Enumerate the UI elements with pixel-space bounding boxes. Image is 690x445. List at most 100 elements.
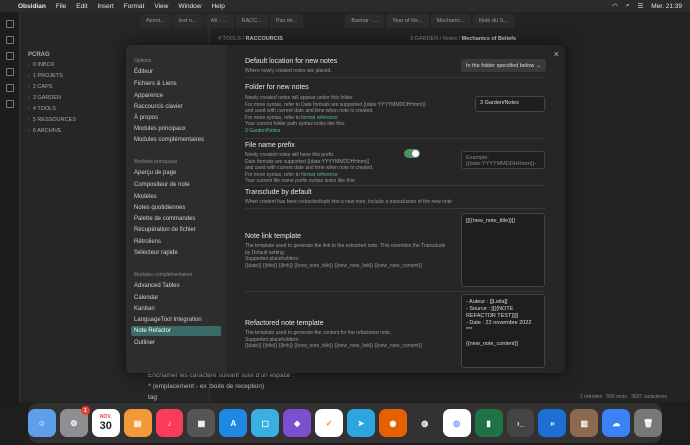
obsidian-icon[interactable]: ◆ xyxy=(283,409,312,437)
nav-item-quick-switcher[interactable]: Sélecteur rapide xyxy=(131,248,221,258)
nav-item-outliner[interactable]: Outliner xyxy=(131,338,221,348)
folder-item[interactable]: › 3 GARDEN xyxy=(28,95,61,101)
folder-item[interactable]: › 2 CAPS xyxy=(28,84,52,90)
prefix-input[interactable]: Example: {{date:YYYYMMDDHHmm}}- xyxy=(461,151,545,169)
toggle-knob xyxy=(412,150,419,157)
menubar-status: ◠ ⌕ ☰ Mer. 21:39 xyxy=(612,2,682,10)
system-preferences-icon[interactable]: ⚙ 1 xyxy=(59,406,90,437)
divider xyxy=(245,185,545,186)
music-icon[interactable]: ♪ xyxy=(155,409,184,437)
menu-app-name[interactable]: Obsidian xyxy=(18,3,46,10)
nav-item-files-links[interactable]: Fichiers & Liens xyxy=(131,79,221,89)
folder-item[interactable]: › 0 INBOX xyxy=(28,62,55,68)
numbers-icon[interactable]: ▮ xyxy=(474,409,503,437)
menu-view[interactable]: View xyxy=(154,3,168,10)
terminal-icon[interactable]: ›_ xyxy=(506,409,535,437)
tab[interactable]: RACC... xyxy=(235,14,268,28)
format-reference-link[interactable]: format reference xyxy=(301,172,338,178)
menu-help[interactable]: Help xyxy=(211,3,224,10)
books-icon[interactable]: ▤ xyxy=(123,409,152,437)
default-location-select[interactable]: In the folder specified below ⌄ xyxy=(461,59,546,72)
tab[interactable]: Note du S... xyxy=(472,14,514,28)
nav-item-kanban[interactable]: Kanban xyxy=(131,304,221,314)
nav-item-hotkeys[interactable]: Raccourcis clavier xyxy=(131,102,221,112)
link-template-textarea[interactable]: [[{{new_note_title}}]] xyxy=(461,213,545,287)
macos-menubar: Obsidian File Edit Insert Format View Wi… xyxy=(0,0,690,12)
telegram-icon[interactable]: ➤ xyxy=(347,409,375,437)
chrome-icon[interactable]: ◎ xyxy=(442,409,471,437)
menu-edit[interactable]: Edit xyxy=(76,3,87,10)
tab[interactable]: AK - ... xyxy=(204,14,234,28)
nav-heading-core: Modules principaux xyxy=(134,159,178,165)
editor-content[interactable]: Enchaîner les caractère suivant suivi d'… xyxy=(148,370,294,403)
nav-item-file-recovery[interactable]: Récupération de fichier xyxy=(131,225,221,235)
tab[interactable]: Bashar - ... xyxy=(345,14,385,28)
tab[interactable]: Mechanic... xyxy=(430,14,471,28)
search-icon[interactable] xyxy=(5,36,14,44)
nav-item-note-refactor[interactable]: Note Refactor xyxy=(131,326,221,336)
folder-item[interactable]: › 1 PROJETS xyxy=(28,73,63,79)
folder-item[interactable]: › 6 ARCHIVE xyxy=(28,128,62,134)
menu-format[interactable]: Format xyxy=(124,3,145,10)
nav-item-page-preview[interactable]: Aperçu de page xyxy=(131,168,221,178)
launchpad-icon[interactable]: ▦ xyxy=(187,409,216,437)
divider xyxy=(245,208,545,209)
menu-file[interactable]: File xyxy=(56,3,66,10)
nav-item-templates[interactable]: Modèles xyxy=(131,192,221,202)
tab[interactable]: Year of Re... xyxy=(386,14,429,28)
nav-item-backlinks[interactable]: Rétroliens xyxy=(131,237,221,247)
nav-item-appearance[interactable]: Apparence xyxy=(131,91,221,101)
menu-insert[interactable]: Insert xyxy=(98,3,114,10)
nav-item-advanced-tables[interactable]: Advanced Tables xyxy=(131,281,221,291)
menu-window[interactable]: Window xyxy=(178,3,201,10)
folder-input[interactable]: 3 Garden/Notes xyxy=(475,96,545,112)
setting-title: Folder for new notes xyxy=(245,84,309,91)
photo-stack-icon[interactable]: ▥ xyxy=(570,409,599,437)
app-icon[interactable]: ▢ xyxy=(251,409,280,437)
setting-title: Refactored note template xyxy=(245,320,324,327)
app-icon[interactable]: ◍ xyxy=(410,409,439,437)
tab[interactable]: Pas de... xyxy=(269,14,304,28)
vault-name[interactable]: PCRAG xyxy=(28,52,50,58)
folder-item[interactable]: › 4 TOOLS xyxy=(28,106,56,112)
refactored-template-textarea[interactable]: - Auteur : [[Leila]] - Source : [[{{NOTE… xyxy=(461,294,545,368)
format-reference-link[interactable]: format reference xyxy=(301,115,338,121)
setting-title: Transclude by default xyxy=(245,189,312,196)
tab[interactable]: test n... xyxy=(172,14,203,28)
clock[interactable]: Mer. 21:39 xyxy=(651,3,682,10)
nav-item-calendar[interactable]: Calendar xyxy=(131,293,221,303)
graph-icon[interactable] xyxy=(5,52,14,60)
trash-icon[interactable]: 🗑 xyxy=(634,409,663,437)
cloud-download-icon[interactable]: ☁ xyxy=(602,409,631,437)
calendar-app-icon[interactable]: NOV. 30 xyxy=(91,409,120,437)
files-icon[interactable] xyxy=(5,20,14,28)
remote-desktop-icon[interactable]: » xyxy=(538,409,567,437)
nav-item-about[interactable]: À propos xyxy=(131,113,221,123)
finder-icon[interactable]: ☺ xyxy=(27,409,56,437)
nav-item-editor[interactable]: Éditeur xyxy=(131,67,221,77)
search-icon[interactable]: ⌕ xyxy=(626,2,630,10)
nav-item-command-palette[interactable]: Palette de commandes xyxy=(131,214,221,224)
transclude-toggle[interactable] xyxy=(404,149,420,158)
folder-item[interactable]: › 5 RESSOURCES xyxy=(28,117,76,123)
tab-bar: Atomi... test n... AK - ... RACC... Pas … xyxy=(140,14,690,30)
setting-desc: The template used to generate the link t… xyxy=(245,243,446,269)
nav-item-community-plugins[interactable]: Modules complémentaires xyxy=(131,135,221,145)
setting-title: Default location for new notes xyxy=(245,58,338,65)
tasks-icon[interactable]: ✓ xyxy=(315,409,343,437)
tab[interactable]: Atomi... xyxy=(140,14,171,28)
template-icon[interactable] xyxy=(5,100,14,108)
firefox-icon[interactable]: ◉ xyxy=(378,409,407,437)
nav-item-daily-notes[interactable]: Notes quotidiennes xyxy=(131,203,221,213)
wifi-icon[interactable]: ◠ xyxy=(612,2,618,10)
nav-item-languagetool[interactable]: LanguageTool Integration xyxy=(131,315,221,325)
nav-heading-options: Options xyxy=(134,58,152,64)
app-store-icon[interactable]: A xyxy=(219,409,248,437)
nav-item-note-composer[interactable]: Compositeur de note xyxy=(131,180,221,190)
nav-heading-community: Modules complémentaires xyxy=(134,272,193,278)
control-center-icon[interactable]: ☰ xyxy=(637,2,643,10)
nav-item-core-plugins[interactable]: Modules principaux xyxy=(131,124,221,134)
calendar-icon[interactable] xyxy=(5,68,14,76)
command-icon[interactable] xyxy=(5,84,14,92)
macos-dock: ☺ ⚙ 1 NOV. 30 ▤ ♪ ▦ A ▢ ◆ ✓ ➤ ◉ ◍ ◎ ▮ ›_ »… xyxy=(27,403,663,443)
